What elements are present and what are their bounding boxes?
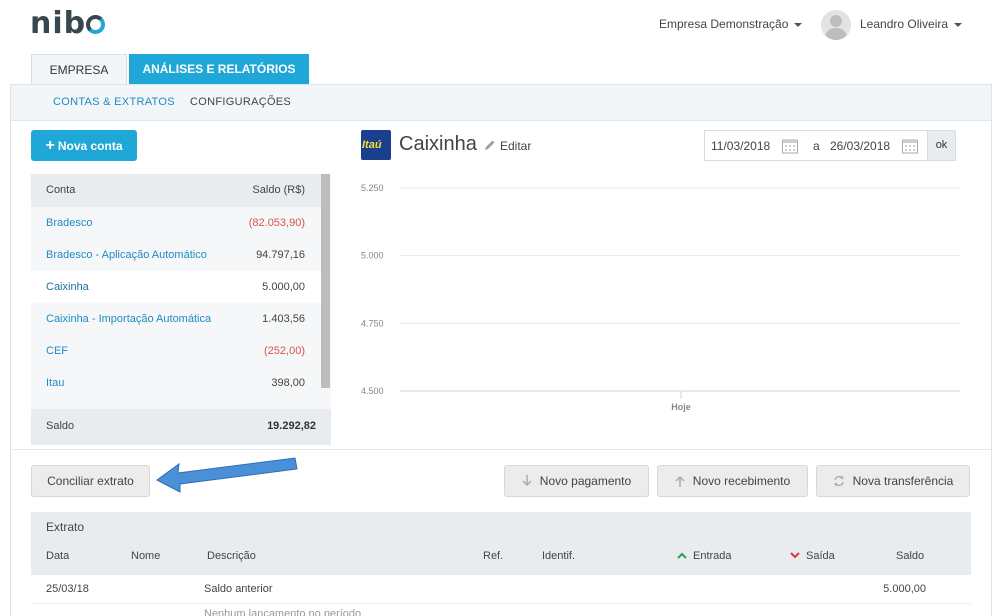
calendar-icon[interactable] <box>781 137 799 155</box>
transfer-icon <box>833 475 844 487</box>
edit-label: Editar <box>500 139 532 153</box>
tab-analises-relatorios[interactable]: ANÁLISES E RELATÓRIOS <box>129 54 309 85</box>
col-entrada[interactable]: Entrada <box>677 550 732 562</box>
col-identif[interactable]: Identif. <box>542 550 575 562</box>
chevron-down-icon <box>794 22 803 27</box>
col-entrada-label: Entrada <box>693 550 732 562</box>
new-receipt-button[interactable]: Novo recebimento <box>657 465 808 497</box>
new-transfer-button[interactable]: Nova transferência <box>816 465 970 497</box>
col-nome[interactable]: Nome <box>131 550 160 562</box>
edit-account-link[interactable]: Editar <box>484 139 531 153</box>
y-tick-label: 4.750 <box>361 318 384 328</box>
row-description: Saldo anterior <box>204 583 273 595</box>
row-date: 25/03/18 <box>46 583 89 595</box>
col-data[interactable]: Data <box>46 550 69 562</box>
row-balance: 5.000,00 <box>883 583 926 595</box>
account-balance: 398,00 <box>271 377 305 389</box>
avatar-head <box>830 15 842 27</box>
statement-table: Extrato Data Nome Descrição Ref. Identif… <box>31 512 971 616</box>
table-row[interactable]: CEF (252,00) <box>31 335 321 367</box>
user-menu[interactable]: Leandro Oliveira <box>860 17 963 31</box>
total-value: 19.292,82 <box>267 420 316 432</box>
y-tick-label: 4.500 <box>361 386 384 396</box>
table-row-selected[interactable]: Caixinha 5.000,00 <box>31 271 321 303</box>
nibo-logo[interactable]: nib <box>30 6 106 41</box>
arrow-up-icon <box>675 475 685 487</box>
y-tick-label: 5.000 <box>361 251 384 261</box>
chevron-down-icon <box>954 22 963 27</box>
annotation-arrow <box>156 457 298 493</box>
avatar[interactable] <box>821 10 851 40</box>
account-name[interactable]: Bradesco - Aplicação Automático <box>46 249 207 261</box>
statement-title: Extrato <box>46 520 85 534</box>
col-saldo-extrato[interactable]: Saldo <box>896 550 924 562</box>
bank-logo-text: Itaú <box>362 139 382 151</box>
accounts-scrollbar[interactable] <box>321 174 330 388</box>
table-row[interactable]: Itau 398,00 <box>31 367 321 399</box>
accounts-table-header: Conta Saldo (R$) <box>31 174 321 207</box>
date-ok-button[interactable]: ok <box>927 130 956 161</box>
new-transfer-label: Nova transferência <box>852 474 954 488</box>
calendar-icon[interactable] <box>901 137 919 155</box>
account-balance: 1.403,56 <box>262 313 305 325</box>
chevron-up-icon <box>677 552 687 559</box>
company-selector[interactable]: Empresa Demonstração <box>659 17 803 31</box>
accounts-total-row: Saldo 19.292,82 <box>31 409 331 445</box>
new-receipt-label: Novo recebimento <box>692 474 791 488</box>
account-name[interactable]: Caixinha - Importação Automática <box>46 313 211 325</box>
balance-chart: 5.250 5.000 4.750 4.500 Hoje <box>355 176 975 426</box>
col-descricao[interactable]: Descrição <box>207 550 256 562</box>
account-name[interactable]: CEF <box>46 345 68 357</box>
pencil-icon <box>485 140 495 150</box>
account-balance: 94.797,16 <box>256 249 305 261</box>
date-from-input[interactable]: 11/03/2018 <box>711 139 770 153</box>
col-saida-label: Saída <box>806 550 835 562</box>
table-row[interactable]: 25/03/18 Saldo anterior 5.000,00 <box>31 575 971 604</box>
sub-navigation: CONTAS & EXTRATOS CONFIGURAÇÕES <box>11 85 991 121</box>
col-conta: Conta <box>46 184 76 196</box>
table-row[interactable]: Caixinha - Importação Automática 1.403,5… <box>31 303 321 335</box>
empty-state-text: Nenhum lançamento no período <box>204 608 362 616</box>
table-row[interactable]: Bradesco (82.053,90) <box>31 207 321 239</box>
balance-chart-svg: 5.250 5.000 4.750 4.500 Hoje <box>361 183 960 412</box>
accounts-table: Conta Saldo (R$) Bradesco (82.053,90) Br… <box>31 174 331 445</box>
account-name[interactable]: Caixinha <box>46 281 89 293</box>
col-ref[interactable]: Ref. <box>483 550 503 562</box>
account-balance: 5.000,00 <box>262 281 305 293</box>
plus-icon: + <box>45 137 55 154</box>
itau-logo: Itaú <box>361 130 391 160</box>
col-saida[interactable]: Saída <box>790 550 835 562</box>
avatar-body <box>825 28 847 40</box>
new-account-button[interactable]: + Nova conta <box>31 130 137 161</box>
statement-header: Extrato Data Nome Descrição Ref. Identif… <box>31 512 971 575</box>
new-account-label: Nova conta <box>57 139 123 153</box>
new-payment-label: Novo pagamento <box>539 474 632 488</box>
section-divider <box>10 449 992 450</box>
y-tick-label: 5.250 <box>361 183 384 193</box>
account-name[interactable]: Itau <box>46 377 64 389</box>
date-to-input[interactable]: 26/03/2018 <box>830 139 890 153</box>
table-row[interactable]: Bradesco - Aplicação Automático 94.797,1… <box>31 239 321 271</box>
date-range-picker: 11/03/2018 a 26/03/2018 <box>704 130 928 161</box>
chevron-down-icon <box>790 552 800 559</box>
tab-empresa[interactable]: EMPRESA <box>31 54 127 85</box>
user-name: Leandro Oliveira <box>860 17 949 31</box>
reconcile-statement-button[interactable]: Conciliar extrato <box>31 465 150 497</box>
account-balance: (252,00) <box>264 345 305 357</box>
subnav-contas-extratos[interactable]: CONTAS & EXTRATOS <box>53 96 175 108</box>
account-name[interactable]: Bradesco <box>46 217 92 229</box>
date-separator: a <box>813 139 820 153</box>
total-label: Saldo <box>46 420 75 432</box>
col-saldo: Saldo (R$) <box>252 184 305 196</box>
account-balance: (82.053,90) <box>248 217 305 229</box>
logo-o-glyph <box>86 15 106 34</box>
subnav-configuracoes[interactable]: CONFIGURAÇÕES <box>190 96 291 108</box>
arrow-down-icon <box>522 475 532 487</box>
top-bar: nib Empresa Demonstração Leandro Oliveir… <box>0 0 1001 54</box>
company-name: Empresa Demonstração <box>659 17 789 31</box>
account-title: Caixinha <box>399 133 477 155</box>
x-today-label: Hoje <box>671 402 691 412</box>
new-payment-button[interactable]: Novo pagamento <box>504 465 649 497</box>
